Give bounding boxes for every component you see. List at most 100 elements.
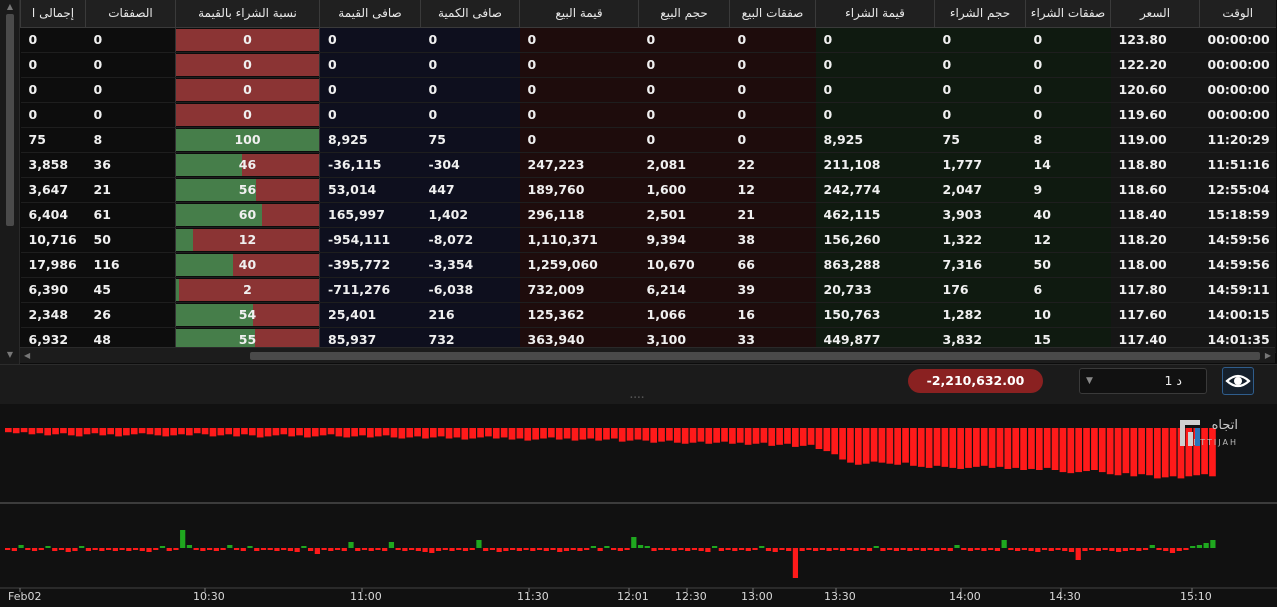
table-row[interactable]: 00:00:00 123.80 0 0 0 0 0 0 0 0 0 0 0: [20, 27, 1276, 53]
panel-splitter-handle[interactable]: ∙∙∙∙: [628, 395, 646, 401]
column-header[interactable]: قيمة الشراء: [815, 0, 935, 28]
net-bar: [1021, 548, 1027, 550]
column-header[interactable]: الصفقات: [85, 0, 176, 28]
cumulative-bar: [75, 428, 83, 437]
cumulative-bar: [107, 428, 114, 435]
cumulative-bar: [343, 428, 351, 438]
cumulative-bar: [996, 428, 1004, 467]
net-bar: [193, 548, 199, 550]
column-header[interactable]: حجم الشراء: [934, 0, 1026, 28]
net-bar: [974, 548, 980, 550]
column-header[interactable]: حجم البيع: [638, 0, 730, 28]
table-row[interactable]: 14:00:15 117.60 10 1,282 150,763 16 1,066 125,3…: [20, 302, 1276, 328]
net-bar: [873, 546, 879, 548]
table-row[interactable]: 00:00:00 122.20 0 0 0 0 0 0 0 0 0 0 0: [20, 52, 1276, 78]
cell-sell-deals: 12: [729, 177, 816, 203]
table-row[interactable]: 00:00:00 119.60 0 0 0 0 0 0 0 0 0 0 0: [20, 102, 1276, 128]
table-row[interactable]: 11:20:29 119.00 8 75 8,925 0 0 0 75 8,925 100 8 75: [20, 127, 1276, 153]
net-bar: [409, 548, 415, 550]
net-bar: [106, 548, 112, 550]
column-header[interactable]: صافى الكمية: [420, 0, 520, 28]
net-bar: [435, 548, 442, 551]
table-row[interactable]: 15:18:59 118.40 40 3,903 462,115 21 2,501 296,1…: [20, 202, 1276, 228]
cell-deals: 45: [85, 277, 176, 303]
cell-net-val: 0: [319, 52, 421, 78]
column-header[interactable]: قيمة البيع: [519, 0, 639, 28]
net-bar: [301, 546, 307, 548]
cell-net-qty: 0: [420, 77, 520, 103]
vertical-scroll-thumb[interactable]: [6, 14, 14, 226]
net-bar: [1008, 548, 1014, 550]
cell-price: 118.20: [1110, 227, 1200, 253]
cumulative-bar: [681, 428, 689, 444]
horizontal-scrollbar[interactable]: ◀ ▶: [20, 347, 1275, 363]
table-row[interactable]: 14:59:56 118.20 12 1,322 156,260 38 9,394 1,110…: [20, 227, 1276, 253]
cumulative-bar: [398, 428, 406, 439]
net-bar: [92, 548, 98, 550]
table-row[interactable]: 14:59:11 117.80 6 176 20,733 39 6,214 732,009 6,…: [20, 277, 1276, 303]
vertical-scrollbar[interactable]: ▲ ▼: [0, 0, 20, 364]
scroll-down-arrow-icon[interactable]: ▼: [5, 350, 15, 360]
cell-buy-deals: 6: [1025, 277, 1111, 303]
column-header[interactable]: صفقات البيع: [729, 0, 816, 28]
cell-sell-vol: 0: [638, 127, 730, 153]
net-bar: [658, 548, 664, 550]
table-row[interactable]: 11:51:16 118.80 14 1,777 211,108 22 2,081 247,2…: [20, 152, 1276, 178]
horizontal-scroll-thumb[interactable]: [250, 352, 1260, 360]
ratio-value: 56: [238, 182, 257, 197]
net-bar: [483, 548, 489, 551]
net-bar: [496, 548, 502, 552]
cell-sell-vol: 0: [638, 27, 730, 53]
column-header[interactable]: صافى القيمة: [319, 0, 421, 28]
ratio-value: 0: [243, 107, 252, 122]
net-bar: [664, 548, 671, 550]
eye-icon: [1225, 374, 1251, 388]
cumulative-bar: [1146, 428, 1153, 476]
net-bar: [1136, 548, 1142, 551]
cell-buy-vol: 7,316: [934, 252, 1026, 278]
net-flow-chart: Feb02 10:30 11:00 11:30 12:01 12:30 13:00 13:30…: [0, 404, 1277, 607]
net-bar: [557, 548, 563, 552]
net-bar: [806, 548, 812, 550]
x-tick-label: 12:01: [617, 590, 649, 603]
net-bar: [516, 548, 522, 551]
column-header[interactable]: الوقت: [1199, 0, 1276, 28]
cell-net-val: 954,111-: [319, 227, 421, 253]
cumulative-bar: [178, 428, 185, 435]
visibility-toggle-button[interactable]: [1222, 367, 1254, 395]
cell-price: 118.60: [1110, 177, 1200, 203]
net-bar: [462, 548, 469, 551]
net-bar: [186, 545, 193, 548]
column-header[interactable]: نسبة الشراء بالقيمة: [175, 0, 320, 28]
table-row[interactable]: 00:00:00 120.60 0 0 0 0 0 0 0 0 0 0 0: [20, 77, 1276, 103]
interval-dropdown[interactable]: 1 د ▼: [1079, 368, 1207, 394]
cumulative-bar: [123, 428, 130, 436]
column-header[interactable]: إجمالى ا: [20, 0, 86, 28]
net-bar: [880, 548, 886, 551]
net-bar: [543, 548, 549, 551]
net-bar: [1095, 548, 1102, 551]
net-bar: [449, 548, 455, 551]
column-header[interactable]: صفقات الشراء: [1025, 0, 1111, 28]
net-bar: [1176, 548, 1182, 551]
logo-arabic-text: اتجاه: [1211, 418, 1238, 433]
cell-net-qty: 0: [420, 27, 520, 53]
buy-ratio-cell: 0: [175, 52, 320, 78]
scroll-left-arrow-icon[interactable]: ◀: [24, 351, 30, 360]
table-row[interactable]: 12:55:04 118.60 9 2,047 242,774 12 1,600 189,76…: [20, 177, 1276, 203]
cumulative-bar: [500, 428, 508, 438]
cumulative-bar: [508, 428, 516, 440]
cell-net-val: 8,925: [319, 127, 421, 153]
ratio-value: 46: [238, 157, 257, 172]
cell-buy-deals: 10: [1025, 302, 1111, 328]
net-bar: [961, 548, 967, 550]
cell-buy-deals: 0: [1025, 102, 1111, 128]
scroll-up-arrow-icon[interactable]: ▲: [5, 2, 15, 12]
scroll-right-arrow-icon[interactable]: ▶: [1265, 351, 1271, 360]
cell-net-qty: 304-: [420, 152, 520, 178]
cumulative-bar: [115, 428, 122, 437]
table-row[interactable]: 14:59:56 118.00 50 7,316 863,288 66 10,670 1,25…: [20, 252, 1276, 278]
column-header[interactable]: السعر: [1110, 0, 1200, 28]
interval-value: 1 د: [1164, 373, 1182, 388]
net-bar: [52, 548, 58, 551]
